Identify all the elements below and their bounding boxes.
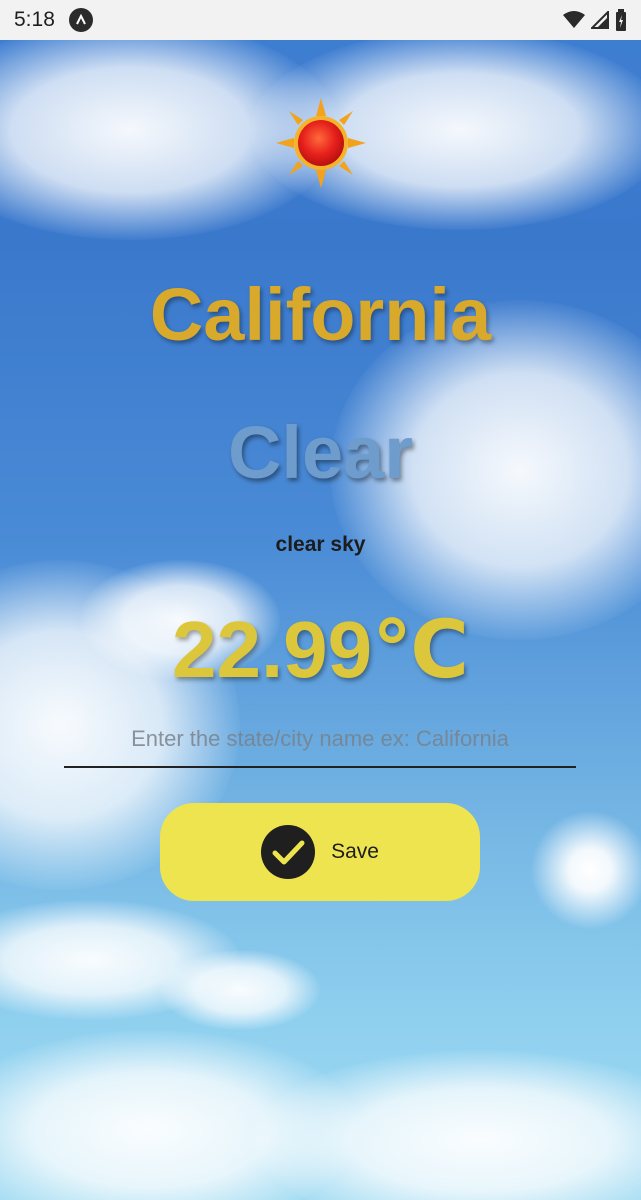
status-icons: [563, 9, 627, 31]
sun-icon: [276, 98, 366, 188]
status-bar: 5:18: [0, 0, 641, 40]
check-icon: [261, 825, 316, 879]
weather-condition: Clear: [227, 411, 414, 494]
city-name: California: [149, 273, 492, 356]
weather-description: clear sky: [275, 533, 366, 556]
save-button[interactable]: Save: [160, 803, 480, 901]
wifi-icon: [563, 11, 585, 28]
sun-glare: [530, 810, 641, 930]
city-search-input[interactable]: [64, 712, 576, 768]
cloud: [160, 950, 320, 1030]
save-button-label: Save: [331, 840, 379, 863]
signal-icon: [591, 11, 609, 29]
android-studio-icon: [68, 8, 93, 32]
temperature: 22.99℃: [171, 605, 470, 694]
battery-icon: [616, 9, 626, 31]
status-time: 5:18: [14, 8, 55, 31]
